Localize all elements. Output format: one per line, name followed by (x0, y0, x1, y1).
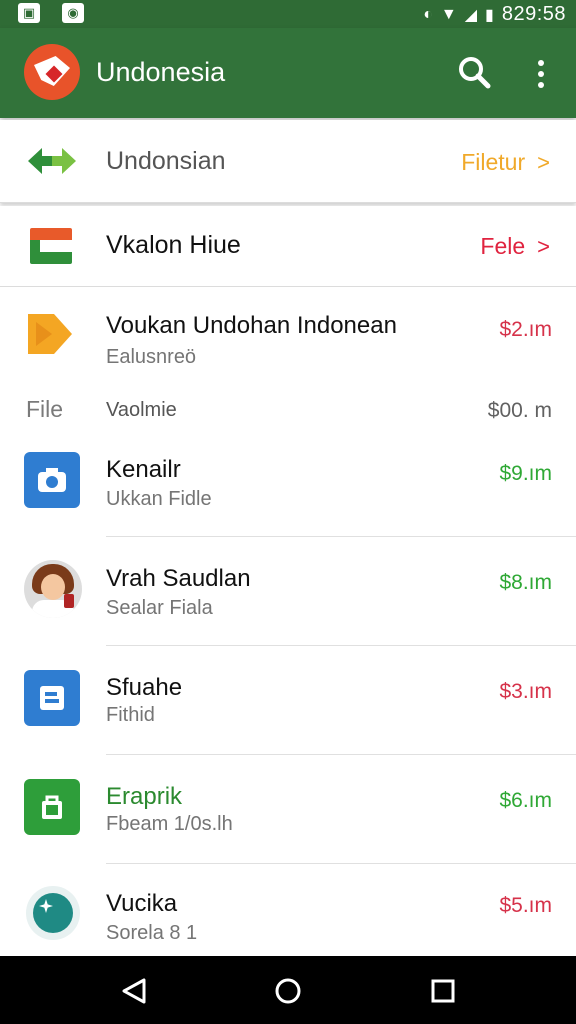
item-amount: $5.ım (499, 894, 552, 917)
vibrate-icon: ◐ (423, 5, 433, 23)
flag-icon (30, 228, 72, 264)
filter-action[interactable]: Filetur > (461, 149, 550, 176)
arrows-icon (28, 148, 76, 174)
item-title: Sfuahe (106, 674, 183, 701)
camera-icon (24, 452, 80, 508)
item-subtitle: Fbeam 1/0s.lh (106, 813, 233, 835)
wifi-icon: ▼ (440, 5, 457, 23)
image-icon: ▣ (18, 3, 40, 23)
list-item[interactable]: Eraprik Fbeam 1/0s.lh $6.ım (0, 755, 576, 863)
item-title: Eraprik (106, 783, 183, 810)
app-title: Undonesia (96, 57, 226, 87)
list-item[interactable]: Voukan Undohan Indonean Ealusnreö $2.ım (0, 290, 576, 382)
status-time: 829:58 (501, 3, 566, 25)
item-amount: $8.ım (499, 571, 552, 594)
list-item[interactable]: Vucika Sorela 8 1 $5.ım (0, 864, 576, 956)
recents-icon[interactable] (428, 976, 458, 1006)
filter-row-label: Undonsian (106, 147, 226, 175)
nav-bar (0, 956, 576, 1024)
item-amount: $3.ım (499, 680, 552, 703)
list-item[interactable]: File Vaolmie $00. m (0, 382, 576, 442)
app-bar: Undonesia (0, 28, 576, 118)
item-subtitle: Fithid (106, 704, 155, 726)
item-subtitle: Ealusnreö (106, 346, 197, 368)
home-icon[interactable] (273, 976, 303, 1006)
compass-icon (26, 886, 80, 940)
item-amount: $00. m (487, 399, 552, 422)
notification-icon: ◉ (62, 3, 84, 23)
signal-icon: ◢ (464, 6, 478, 24)
item-amount: $6.ım (499, 789, 552, 812)
document-icon (24, 670, 80, 726)
item-title: Voukan Undohan Indonean (106, 312, 397, 339)
item-subtitle: Sealar Fiala (106, 597, 213, 619)
chevron-right-icon: > (537, 234, 550, 259)
app-logo (24, 44, 80, 100)
avatar (24, 560, 82, 618)
file-row[interactable]: Vkalon Hiue Fele > (0, 206, 576, 287)
shopping-bag-icon (24, 779, 80, 835)
item-title: Vrah Saudlan (106, 565, 251, 592)
filter-row[interactable]: Undonsian Filetur > (0, 120, 576, 203)
item-title: Vaolmie (106, 399, 177, 421)
tag-icon (28, 314, 72, 354)
item-title: Vucika (106, 890, 178, 917)
list-item[interactable]: Sfuahe Fithid $3.ım (0, 646, 576, 754)
item-title: Kenailr (106, 456, 181, 483)
file-row-label: Vkalon Hiue (106, 231, 241, 259)
item-subtitle: Sorela 8 1 (106, 922, 198, 944)
back-icon[interactable] (120, 976, 150, 1006)
file-side-label: File (26, 396, 64, 422)
more-vert-icon[interactable] (528, 54, 554, 94)
chevron-right-icon: > (537, 150, 550, 175)
item-subtitle: Ukkan Fidle (106, 488, 212, 510)
battery-icon: ▮ (485, 6, 494, 24)
status-bar: ▣ ◉ ◐ ▼ ◢ ▮ 829:58 (0, 0, 576, 28)
list-item[interactable]: Kenailr Ukkan Fidle $9.ım (0, 442, 576, 536)
item-amount: $9.ım (499, 462, 552, 485)
search-icon[interactable] (456, 54, 492, 90)
item-amount: $2.ım (499, 318, 552, 341)
file-action[interactable]: Fele > (480, 233, 550, 260)
list-item[interactable]: Vrah Saudlan Sealar Fiala $8.ım (0, 537, 576, 645)
